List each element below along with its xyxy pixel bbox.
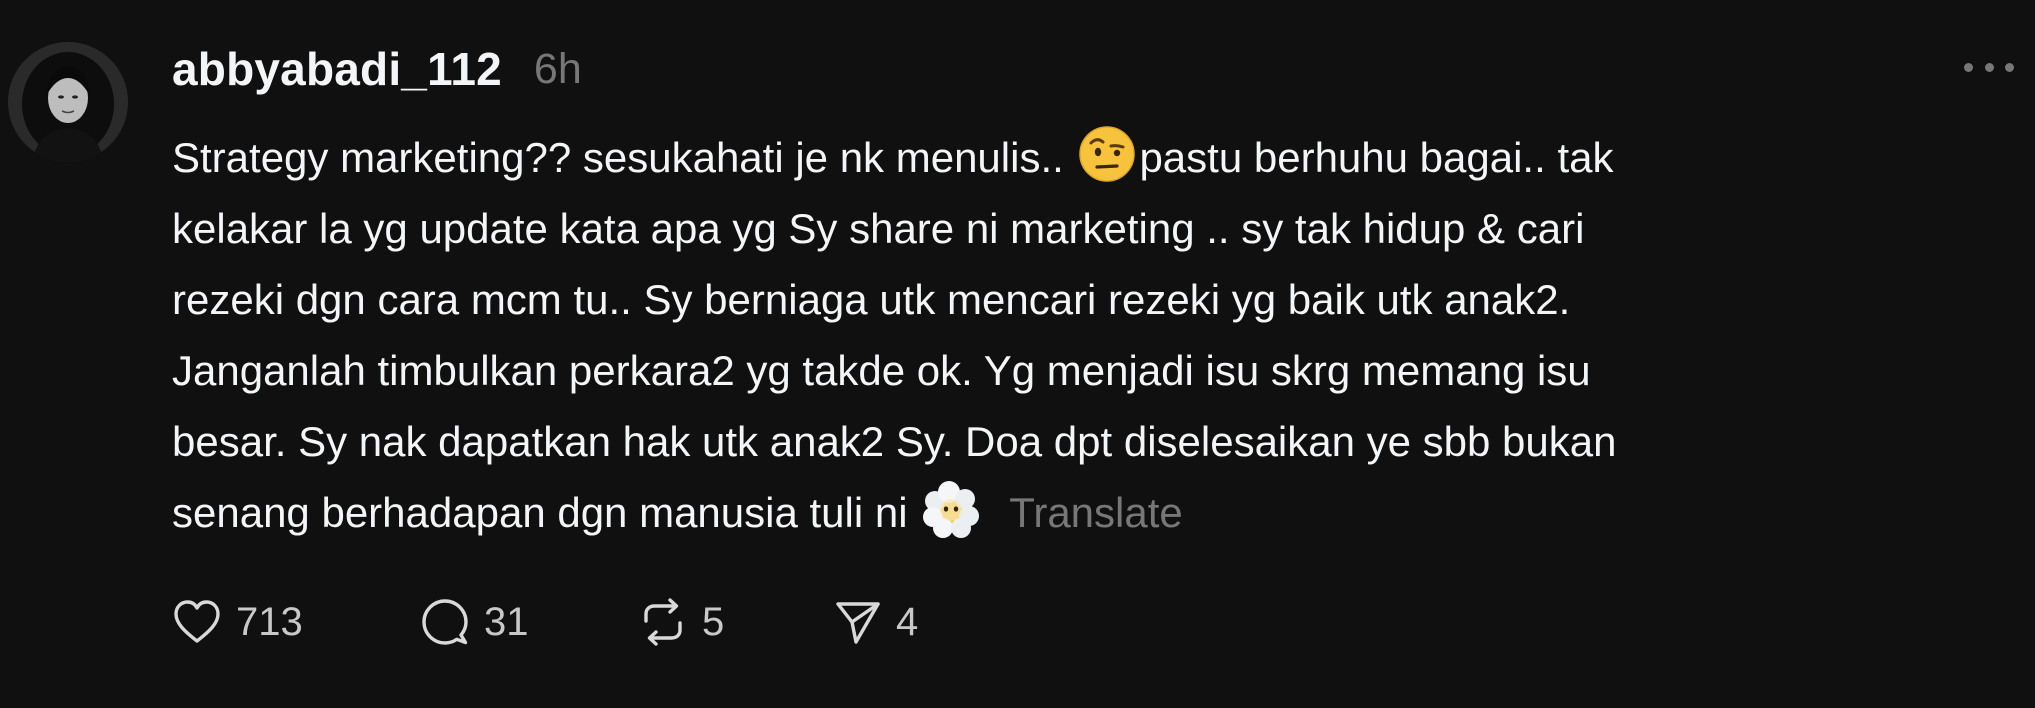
- reply-count: 31: [484, 599, 529, 644]
- post-body: Strategy marketing?? sesukahati je nk me…: [172, 122, 1982, 548]
- post-text-segment: Strategy marketing?? sesukahati je nk me…: [172, 134, 1076, 181]
- post-text-line: senang berhadapan dgn manusia tuli ni Tr…: [172, 477, 1982, 548]
- heart-icon: [174, 600, 220, 643]
- username[interactable]: abbyabadi_112: [172, 42, 502, 96]
- post-timestamp: 6h: [533, 44, 582, 93]
- more-dot: [1984, 62, 1994, 72]
- post-text-line: rezeki dgn cara mcm tu.. Sy berniaga utk…: [172, 276, 1571, 323]
- post-text-line: Strategy marketing?? sesukahati je nk me…: [172, 122, 1982, 193]
- post-text-line: Janganlah timbulkan perkara2 yg takde ok…: [172, 347, 1591, 394]
- repost-button[interactable]: 5: [638, 597, 834, 647]
- post-text-line: besar. Sy nak dapatkan hak utk anak2 Sy.…: [172, 418, 1617, 465]
- translate-link[interactable]: Translate: [1009, 489, 1183, 536]
- post-text-line: kelakar la yg update kata apa yg Sy shar…: [172, 205, 1585, 252]
- share-button[interactable]: 4: [834, 598, 974, 646]
- share-count: 4: [896, 599, 919, 644]
- more-dot: [2005, 62, 2014, 72]
- face-with-raised-eyebrow-emoji-icon: [1077, 124, 1137, 184]
- post-text-segment: pastu berhuhu bagai.. tak: [1139, 134, 1614, 181]
- avatar[interactable]: [8, 42, 128, 162]
- repost-count: 5: [702, 599, 725, 644]
- reply-button[interactable]: 31: [420, 597, 638, 647]
- avatar-image: [8, 42, 128, 162]
- comment-bubble-icon: [422, 599, 468, 645]
- post-action-bar: 713 31 5 4: [172, 592, 974, 652]
- send-paper-plane-icon: [836, 602, 880, 644]
- repost-arrows-icon: [644, 598, 682, 646]
- post-header: abbyabadi_112 6h: [172, 34, 582, 104]
- post-text-segment: senang berhadapan dgn manusia tuli ni: [172, 489, 920, 536]
- like-count: 713: [236, 599, 303, 644]
- face-in-clouds-emoji-icon: [921, 479, 981, 539]
- like-button[interactable]: 713: [172, 598, 420, 646]
- more-options-button[interactable]: [1964, 54, 2014, 80]
- more-horizontal-icon: [1964, 62, 1973, 72]
